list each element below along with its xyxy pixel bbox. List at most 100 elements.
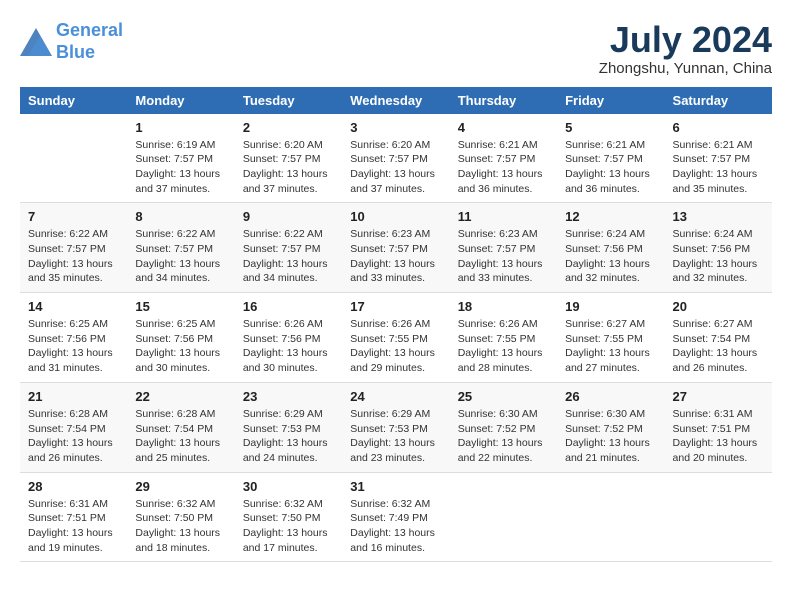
day-number: 10 [350, 209, 441, 224]
day-cell: 21 Sunrise: 6:28 AMSunset: 7:54 PMDayligh… [20, 382, 127, 472]
day-cell: 2 Sunrise: 6:20 AMSunset: 7:57 PMDaylight… [235, 114, 342, 203]
header-saturday: Saturday [665, 87, 772, 114]
day-info: Sunrise: 6:26 AMSunset: 7:56 PMDaylight:… [243, 317, 334, 376]
day-info: Sunrise: 6:24 AMSunset: 7:56 PMDaylight:… [565, 227, 656, 286]
day-cell: 17 Sunrise: 6:26 AMSunset: 7:55 PMDayligh… [342, 293, 449, 383]
day-cell: 23Sunrise: 6:29 AMSunset: 7:53 PMDayligh… [235, 382, 342, 472]
header-friday: Friday [557, 87, 664, 114]
day-cell: 9 Sunrise: 6:22 AMSunset: 7:57 PMDaylight… [235, 203, 342, 293]
month-year: July 2024 [599, 20, 772, 60]
day-number: 1 [135, 120, 226, 135]
day-info: Sunrise: 6:19 AMSunset: 7:57 PMDaylight:… [135, 138, 226, 197]
week-row-5: 28Sunrise: 6:31 AMSunset: 7:51 PMDayligh… [20, 472, 772, 562]
day-info: Sunrise: 6:20 AMSunset: 7:57 PMDaylight:… [243, 138, 334, 197]
day-number: 31 [350, 479, 441, 494]
day-info: Sunrise: 6:23 AMSunset: 7:57 PMDaylight:… [350, 227, 441, 286]
day-info: Sunrise: 6:30 AMSunset: 7:52 PMDaylight:… [458, 407, 549, 466]
day-cell [665, 472, 772, 562]
day-info: Sunrise: 6:22 AMSunset: 7:57 PMDaylight:… [135, 227, 226, 286]
calendar-table: SundayMondayTuesdayWednesdayThursdayFrid… [20, 87, 772, 563]
day-cell: 26 Sunrise: 6:30 AMSunset: 7:52 PMDayligh… [557, 382, 664, 472]
day-cell: 15 Sunrise: 6:25 AMSunset: 7:56 PMDayligh… [127, 293, 234, 383]
day-cell: 1 Sunrise: 6:19 AMSunset: 7:57 PMDaylight… [127, 114, 234, 203]
day-number: 29 [135, 479, 226, 494]
day-number: 6 [673, 120, 764, 135]
day-number: 3 [350, 120, 441, 135]
day-cell: 19 Sunrise: 6:27 AMSunset: 7:55 PMDayligh… [557, 293, 664, 383]
day-number: 27 [673, 389, 764, 404]
logo-icon [20, 28, 52, 56]
day-info: Sunrise: 6:20 AMSunset: 7:57 PMDaylight:… [350, 138, 441, 197]
day-cell: 4 Sunrise: 6:21 AMSunset: 7:57 PMDaylight… [450, 114, 557, 203]
day-info: Sunrise: 6:23 AMSunset: 7:57 PMDaylight:… [458, 227, 549, 286]
day-cell: 3 Sunrise: 6:20 AMSunset: 7:57 PMDaylight… [342, 114, 449, 203]
day-info: Sunrise: 6:21 AMSunset: 7:57 PMDaylight:… [565, 138, 656, 197]
day-cell: 11 Sunrise: 6:23 AMSunset: 7:57 PMDayligh… [450, 203, 557, 293]
header-row: SundayMondayTuesdayWednesdayThursdayFrid… [20, 87, 772, 114]
day-number: 15 [135, 299, 226, 314]
day-info: Sunrise: 6:25 AMSunset: 7:56 PMDaylight:… [28, 317, 119, 376]
day-info: Sunrise: 6:21 AMSunset: 7:57 PMDaylight:… [673, 138, 764, 197]
day-number: 30 [243, 479, 334, 494]
logo-text: General Blue [56, 20, 123, 63]
header-sunday: Sunday [20, 87, 127, 114]
header-thursday: Thursday [450, 87, 557, 114]
day-number: 2 [243, 120, 334, 135]
day-info: Sunrise: 6:28 AMSunset: 7:54 PMDaylight:… [135, 407, 226, 466]
day-number: 7 [28, 209, 119, 224]
day-info: Sunrise: 6:32 AMSunset: 7:49 PMDaylight:… [350, 497, 441, 556]
day-cell: 12 Sunrise: 6:24 AMSunset: 7:56 PMDayligh… [557, 203, 664, 293]
week-row-3: 14 Sunrise: 6:25 AMSunset: 7:56 PMDayligh… [20, 293, 772, 383]
day-cell: 30 Sunrise: 6:32 AMSunset: 7:50 PMDayligh… [235, 472, 342, 562]
header-monday: Monday [127, 87, 234, 114]
location: Zhongshu, Yunnan, China [599, 60, 772, 77]
day-cell: 28Sunrise: 6:31 AMSunset: 7:51 PMDayligh… [20, 472, 127, 562]
day-number: 12 [565, 209, 656, 224]
day-number: 25 [458, 389, 549, 404]
day-info: Sunrise: 6:31 AMSunset: 7:51 PMDaylight:… [28, 497, 119, 556]
day-number: 14 [28, 299, 119, 314]
day-number: 19 [565, 299, 656, 314]
day-number: 22 [135, 389, 226, 404]
header-tuesday: Tuesday [235, 87, 342, 114]
day-cell: 8Sunrise: 6:22 AMSunset: 7:57 PMDaylight… [127, 203, 234, 293]
day-number: 18 [458, 299, 549, 314]
logo-line1: General [56, 20, 123, 40]
page-header: General Blue July 2024 Zhongshu, Yunnan,… [20, 20, 772, 77]
day-number: 16 [243, 299, 334, 314]
day-cell [557, 472, 664, 562]
day-info: Sunrise: 6:22 AMSunset: 7:57 PMDaylight:… [243, 227, 334, 286]
day-cell [450, 472, 557, 562]
day-number: 9 [243, 209, 334, 224]
week-row-1: 1 Sunrise: 6:19 AMSunset: 7:57 PMDaylight… [20, 114, 772, 203]
day-cell: 31 Sunrise: 6:32 AMSunset: 7:49 PMDayligh… [342, 472, 449, 562]
day-info: Sunrise: 6:30 AMSunset: 7:52 PMDaylight:… [565, 407, 656, 466]
day-info: Sunrise: 6:26 AMSunset: 7:55 PMDaylight:… [350, 317, 441, 376]
week-row-4: 21 Sunrise: 6:28 AMSunset: 7:54 PMDayligh… [20, 382, 772, 472]
day-info: Sunrise: 6:32 AMSunset: 7:50 PMDaylight:… [243, 497, 334, 556]
day-number: 13 [673, 209, 764, 224]
day-cell: 22 Sunrise: 6:28 AMSunset: 7:54 PMDayligh… [127, 382, 234, 472]
day-number: 11 [458, 209, 549, 224]
day-info: Sunrise: 6:25 AMSunset: 7:56 PMDaylight:… [135, 317, 226, 376]
day-info: Sunrise: 6:32 AMSunset: 7:50 PMDaylight:… [135, 497, 226, 556]
day-info: Sunrise: 6:21 AMSunset: 7:57 PMDaylight:… [458, 138, 549, 197]
logo: General Blue [20, 20, 123, 63]
day-cell: 20Sunrise: 6:27 AMSunset: 7:54 PMDayligh… [665, 293, 772, 383]
day-number: 21 [28, 389, 119, 404]
day-info: Sunrise: 6:27 AMSunset: 7:55 PMDaylight:… [565, 317, 656, 376]
day-number: 5 [565, 120, 656, 135]
day-number: 26 [565, 389, 656, 404]
day-number: 17 [350, 299, 441, 314]
header-wednesday: Wednesday [342, 87, 449, 114]
day-number: 4 [458, 120, 549, 135]
day-cell: 6 Sunrise: 6:21 AMSunset: 7:57 PMDaylight… [665, 114, 772, 203]
logo-line2: Blue [56, 42, 95, 62]
day-info: Sunrise: 6:29 AMSunset: 7:53 PMDaylight:… [350, 407, 441, 466]
day-cell: 29 Sunrise: 6:32 AMSunset: 7:50 PMDayligh… [127, 472, 234, 562]
day-info: Sunrise: 6:28 AMSunset: 7:54 PMDaylight:… [28, 407, 119, 466]
day-cell: 5 Sunrise: 6:21 AMSunset: 7:57 PMDaylight… [557, 114, 664, 203]
day-number: 24 [350, 389, 441, 404]
day-number: 20 [673, 299, 764, 314]
day-cell: 27Sunrise: 6:31 AMSunset: 7:51 PMDayligh… [665, 382, 772, 472]
